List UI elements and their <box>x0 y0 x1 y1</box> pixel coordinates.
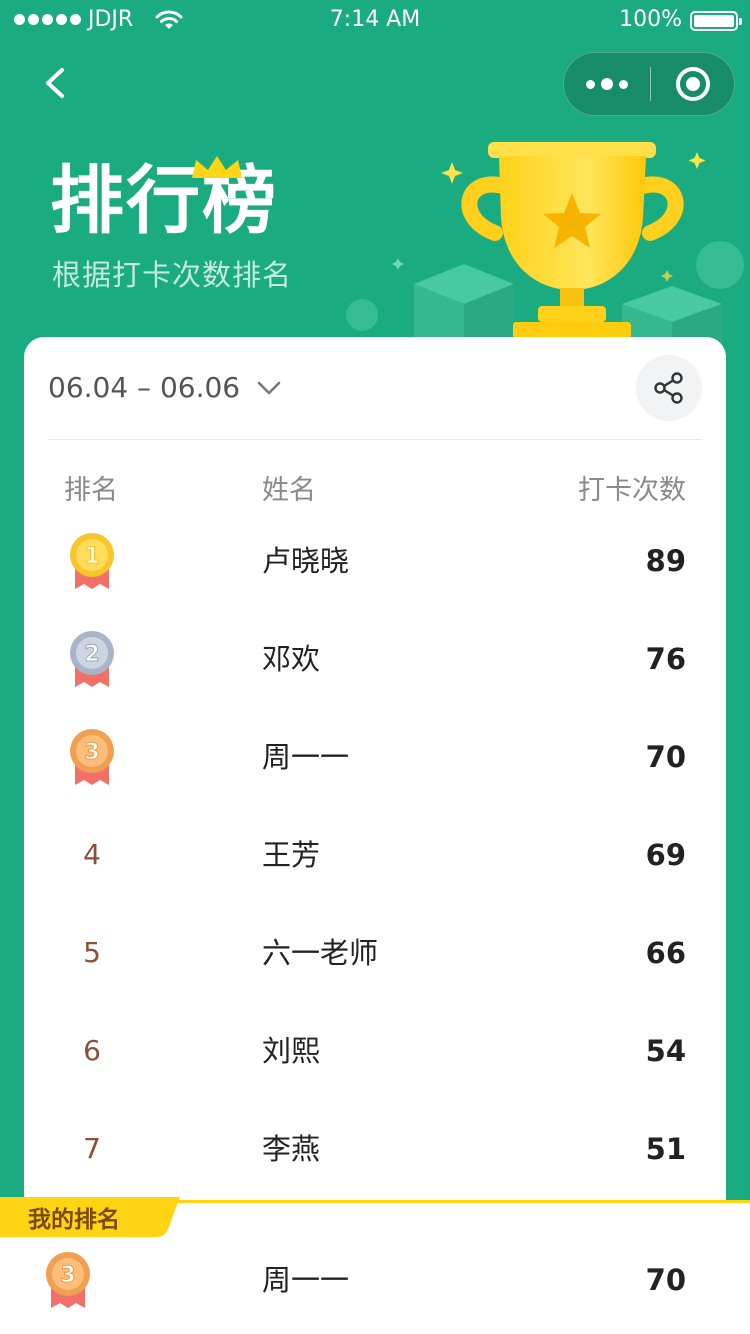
rank-cell: 1 1 <box>64 512 120 610</box>
ranking-card: 06.04 – 06.06 排名 姓名 打卡次数 1 1 卢晓晓 89 2 2 <box>24 337 726 1207</box>
capsule-divider <box>650 67 651 101</box>
back-button[interactable] <box>32 58 82 108</box>
checkin-count: 69 <box>645 838 686 872</box>
rank-cell: 6 <box>64 1002 120 1100</box>
date-range-label: 06.04 – 06.06 <box>48 371 241 404</box>
rank-cell: 4 <box>64 806 120 904</box>
medal-number: 3 <box>84 740 99 765</box>
medal-number: 1 <box>84 544 99 569</box>
medal-number: 3 <box>60 1263 75 1288</box>
chevron-down-icon <box>257 381 281 394</box>
page-subtitle: 根据打卡次数排名 <box>52 258 293 292</box>
share-icon <box>654 372 683 404</box>
more-dots-icon <box>586 78 628 90</box>
medal-silver-icon: 2 <box>70 631 114 687</box>
checkin-count: 54 <box>645 1034 686 1068</box>
share-button[interactable] <box>636 355 702 421</box>
my-rank-bar[interactable]: 我的排名 3 3 周一一 70 <box>0 1197 750 1334</box>
rank-cell: 5 <box>64 904 120 1002</box>
mini-program-capsule <box>563 52 735 116</box>
medal-bronze-icon: 3 <box>46 1252 90 1308</box>
trophy-icon <box>461 142 684 338</box>
member-name: 邓欢 <box>262 642 321 676</box>
member-name: 六一老师 <box>262 936 379 970</box>
ranking-row[interactable]: 7 李燕 51 <box>24 1100 726 1198</box>
rank-cell: 7 <box>64 1100 120 1198</box>
rank-number: 6 <box>83 1034 101 1067</box>
checkin-count: 76 <box>645 642 686 676</box>
rank-number: 4 <box>83 838 101 871</box>
checkin-count: 89 <box>645 544 686 578</box>
my-name: 周一一 <box>262 1263 350 1297</box>
rank-cell: 3 3 <box>64 708 120 806</box>
ranking-row[interactable]: 5 六一老师 66 <box>24 904 726 1002</box>
rank-number: 5 <box>83 936 101 969</box>
ranking-list: 1 1 卢晓晓 89 2 2 邓欢 76 3 3 周一一 70 4 王芳 69 <box>24 512 726 1198</box>
checkin-count: 51 <box>645 1132 686 1166</box>
battery-icon <box>690 11 742 31</box>
medal-number: 2 <box>84 642 99 667</box>
ranking-row[interactable]: 6 刘熙 54 <box>24 1002 726 1100</box>
checkin-count: 70 <box>645 740 686 774</box>
ranking-row[interactable]: 4 王芳 69 <box>24 806 726 904</box>
ranking-row[interactable]: 3 3 周一一 70 <box>24 708 726 806</box>
member-name: 李燕 <box>262 1132 321 1166</box>
battery-percentage: 100% <box>619 7 682 32</box>
rank-cell: 2 2 <box>64 610 120 708</box>
ranking-row[interactable]: 2 2 邓欢 76 <box>24 610 726 708</box>
medal-gold-icon: 1 <box>70 533 114 589</box>
medal-bronze-icon: 3 <box>70 729 114 785</box>
column-header-rank: 排名 <box>64 475 118 506</box>
member-name: 王芳 <box>262 838 321 872</box>
column-header-name: 姓名 <box>262 475 316 506</box>
crown-icon <box>192 156 242 178</box>
my-checkin-count: 70 <box>645 1263 686 1297</box>
member-name: 卢晓晓 <box>262 544 350 578</box>
status-bar: JDJR 7:14 AM 100% <box>0 0 750 40</box>
member-name: 周一一 <box>262 740 350 774</box>
ranking-row[interactable]: 1 1 卢晓晓 89 <box>24 512 726 610</box>
my-rank-cell: 3 3 <box>40 1231 96 1329</box>
checkin-count: 66 <box>645 936 686 970</box>
chevron-left-icon <box>46 68 64 98</box>
column-header-count: 打卡次数 <box>578 475 686 506</box>
divider <box>48 439 702 440</box>
rank-number: 7 <box>83 1132 101 1165</box>
more-button[interactable] <box>564 53 650 115</box>
date-range-picker[interactable]: 06.04 – 06.06 <box>48 371 282 404</box>
close-mini-program-button[interactable] <box>676 67 710 101</box>
member-name: 刘熙 <box>262 1034 321 1068</box>
